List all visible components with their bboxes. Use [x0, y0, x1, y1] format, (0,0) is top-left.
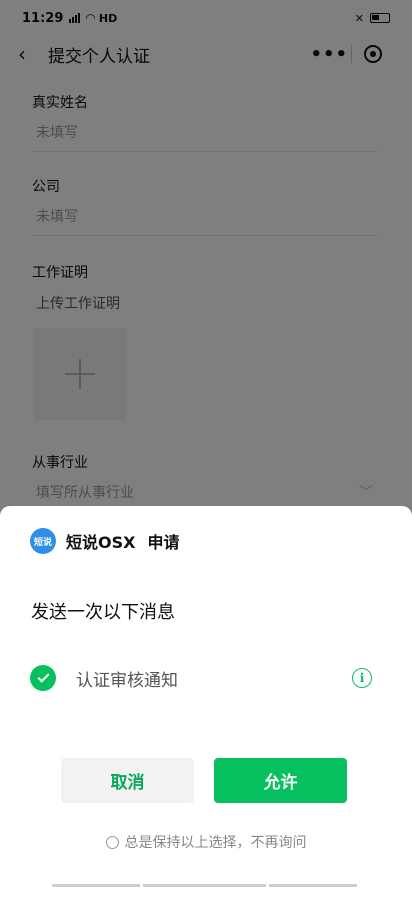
allow-button[interactable]: 允许: [214, 758, 347, 803]
subscribe-message-sheet: 短说 短说OSX 申请 发送一次以下消息 认证审核通知 i 取消 允许 总是保持…: [0, 506, 412, 903]
sheet-header: 短说 短说OSX 申请: [30, 528, 179, 554]
home-indicator: [143, 884, 266, 887]
keep-choice-label: 总是保持以上选择，不再询问: [124, 835, 307, 851]
home-indicator: [269, 884, 357, 887]
permission-row[interactable]: 认证审核通知 i: [30, 662, 372, 694]
check-icon[interactable]: [30, 665, 56, 691]
radio-icon[interactable]: [105, 835, 119, 849]
request-label: 申请: [147, 533, 180, 552]
info-icon[interactable]: i: [352, 668, 372, 688]
keep-choice-option[interactable]: 总是保持以上选择，不再询问: [0, 832, 412, 852]
permission-label: 认证审核通知: [76, 670, 178, 691]
app-logo-icon: 短说: [30, 528, 56, 554]
home-indicator: [52, 884, 140, 887]
sheet-subtitle: 发送一次以下消息: [31, 602, 175, 623]
cancel-button[interactable]: 取消: [61, 758, 194, 803]
app-name: 短说OSX: [66, 533, 136, 552]
